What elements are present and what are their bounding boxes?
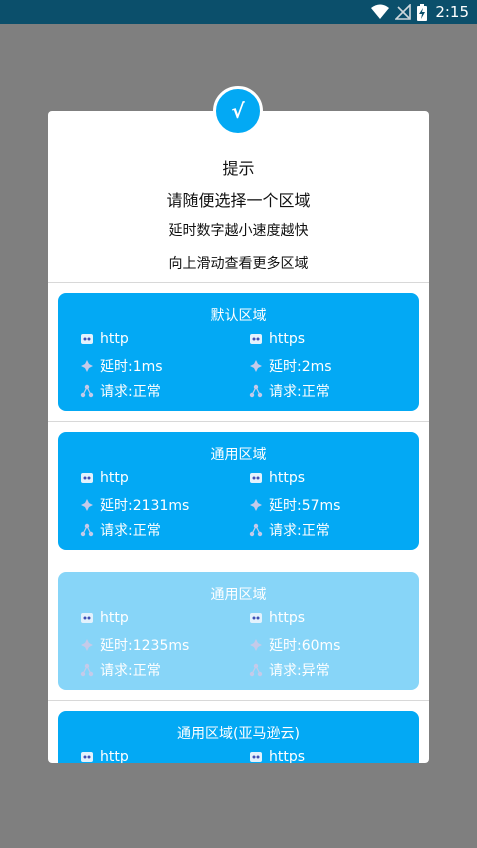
request-https: 请求:异常 xyxy=(269,663,330,679)
delay-http: 延时:2131ms xyxy=(100,498,190,514)
divider xyxy=(48,421,429,422)
http-label: http xyxy=(100,749,129,763)
region-name: 默认区域 xyxy=(210,308,267,324)
request-http: 请求:正常 xyxy=(100,523,161,539)
region-name: 通用区域 xyxy=(210,447,267,463)
wifi-icon xyxy=(371,4,390,19)
http-icon xyxy=(81,752,93,762)
network-icon xyxy=(249,663,263,677)
dialog-hint-speed: 延时数字越小速度越快 xyxy=(168,223,309,239)
https-label: https xyxy=(269,331,306,347)
request-https: 请求:正常 xyxy=(269,523,330,539)
dialog-hint-scroll: 向上滑动查看更多区域 xyxy=(168,256,309,272)
delay-https: 延时:60ms xyxy=(269,638,341,654)
delay-https: 延时:2ms xyxy=(269,359,332,375)
https-icon xyxy=(250,613,262,623)
delay-icon xyxy=(81,360,93,372)
battery-charging-icon xyxy=(417,3,428,21)
network-icon xyxy=(80,384,94,398)
delay-https: 延时:57ms xyxy=(269,498,341,514)
dialog-title: 提示 xyxy=(222,159,255,178)
no-signal-icon xyxy=(395,4,412,20)
http-icon xyxy=(81,473,93,483)
http-icon xyxy=(81,334,93,344)
request-http: 请求:正常 xyxy=(100,663,161,679)
https-icon xyxy=(250,473,262,483)
delay-icon xyxy=(250,639,262,651)
region-card-default[interactable]: 默认区域 http https 延时:1ms 延时:2ms 请求:正常 请求:正… xyxy=(58,293,419,411)
region-card-general[interactable]: 通用区域 http https 延时:2131ms 延时:57ms 请求:正常 … xyxy=(58,432,419,550)
http-label: http xyxy=(100,470,129,486)
network-icon xyxy=(249,384,263,398)
status-bar: 2:15 xyxy=(0,0,477,24)
delay-http: 延时:1235ms xyxy=(100,638,190,654)
request-https: 请求:正常 xyxy=(269,384,330,400)
network-icon xyxy=(249,523,263,537)
delay-icon xyxy=(81,499,93,511)
dialog-header: 提示 请随便选择一个区域 延时数字越小速度越快 向上滑动查看更多区域 xyxy=(48,111,429,282)
https-label: https xyxy=(269,749,306,763)
region-name: 通用区域(亚马逊云) xyxy=(177,726,300,742)
clock: 2:15 xyxy=(435,3,469,21)
region-select-dialog: 提示 请随便选择一个区域 延时数字越小速度越快 向上滑动查看更多区域 默认区域 … xyxy=(48,111,429,763)
region-card-aws[interactable]: 通用区域(亚马逊云) http https xyxy=(58,711,419,763)
request-http: 请求:正常 xyxy=(100,384,161,400)
region-card-general-abnormal[interactable]: 通用区域 http https 延时:1235ms 延时:60ms 请求:正常 … xyxy=(58,572,419,690)
http-icon xyxy=(81,613,93,623)
region-name: 通用区域 xyxy=(210,587,267,603)
network-icon xyxy=(80,663,94,677)
check-icon: √ xyxy=(213,86,263,136)
http-label: http xyxy=(100,610,129,626)
dialog-message: 请随便选择一个区域 xyxy=(166,191,311,210)
https-icon xyxy=(250,334,262,344)
delay-http: 延时:1ms xyxy=(100,359,163,375)
delay-icon xyxy=(81,639,93,651)
delay-icon xyxy=(250,360,262,372)
divider xyxy=(48,282,429,283)
https-label: https xyxy=(269,610,306,626)
network-icon xyxy=(80,523,94,537)
https-icon xyxy=(250,752,262,762)
delay-icon xyxy=(250,499,262,511)
https-label: https xyxy=(269,470,306,486)
divider xyxy=(48,700,429,701)
http-label: http xyxy=(100,331,129,347)
